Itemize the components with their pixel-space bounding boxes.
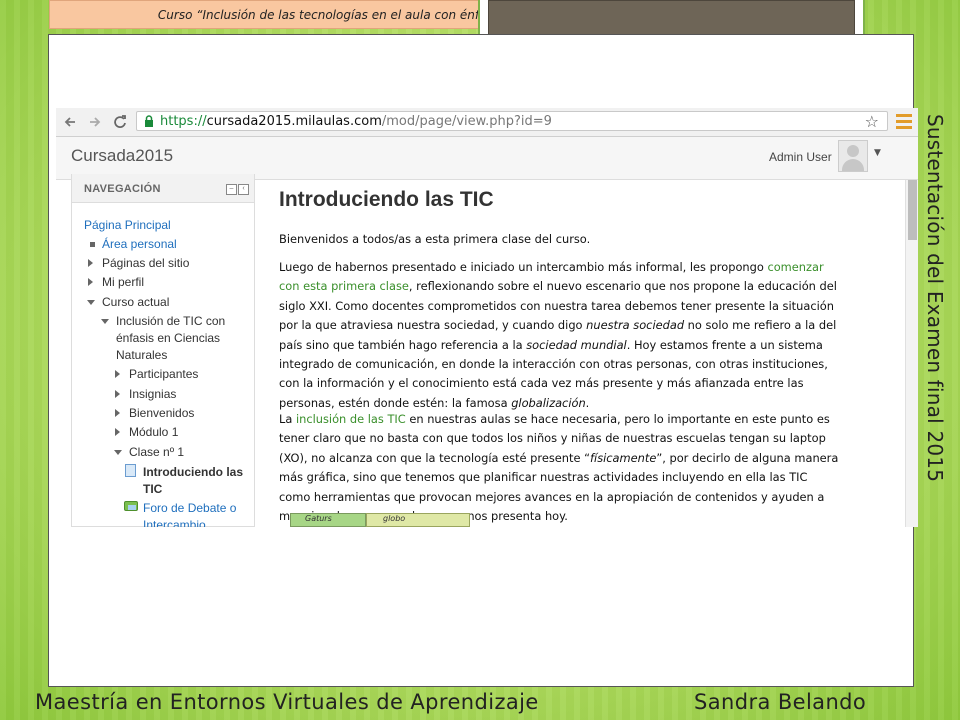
expand-arrow-icon	[115, 428, 120, 436]
navigation-header: NAVEGACIÓN – ‹	[72, 174, 254, 203]
nav-item-course-line1[interactable]: Inclusión de TIC con	[101, 313, 225, 330]
collapse-arrow-icon	[101, 319, 109, 324]
nav-item-course-line2[interactable]: énfasis en Ciencias	[116, 330, 220, 347]
paragraph-inclusion: La inclusión de las TIC en nuestras aula…	[279, 412, 839, 524]
footer-author: Sandra Belando	[694, 690, 867, 714]
url-path: /mod/page/view.php?id=9	[381, 113, 552, 129]
star-icon[interactable]: ☆	[865, 112, 879, 131]
main-content: Introduciendo las TIC Bienvenidos a todo…	[279, 180, 889, 527]
back-arrow-icon[interactable]	[59, 111, 81, 133]
address-bar[interactable]: https://cursada2015.milaulas.com/mod/pag…	[136, 111, 888, 131]
chevron-down-icon[interactable]: ▼	[874, 148, 881, 158]
forum-icon	[124, 501, 138, 511]
reload-icon[interactable]	[109, 111, 131, 133]
nav-item-insignias[interactable]: Insignias	[115, 386, 176, 403]
paragraph-welcome: Bienvenidos a todos/as a esta primera cl…	[279, 232, 591, 246]
link-inclusion-tic[interactable]: inclusión de las TIC	[296, 412, 406, 426]
nav-item-modulo-1[interactable]: Módulo 1	[115, 424, 178, 441]
nav-item-introduciendo-line1[interactable]: Introduciendo las	[125, 464, 243, 481]
forward-arrow-icon[interactable]	[84, 111, 106, 133]
hamburger-menu-icon[interactable]	[896, 111, 912, 131]
page-icon	[125, 464, 136, 477]
nav-item-participantes[interactable]: Participantes	[115, 366, 198, 383]
navigation-title: NAVEGACIÓN	[84, 183, 161, 195]
lock-icon	[145, 115, 153, 127]
nav-item-paginas-del-sitio[interactable]: Páginas del sitio	[88, 255, 189, 272]
user-name[interactable]: Admin User	[769, 150, 832, 164]
nav-item-pagina-principal[interactable]: Página Principal	[84, 217, 171, 234]
nav-item-foro-line2[interactable]: Intercambio	[143, 517, 206, 527]
nav-item-clase-1[interactable]: Clase nº 1	[114, 444, 184, 461]
expand-arrow-icon	[115, 390, 120, 398]
expand-arrow-icon	[115, 409, 120, 417]
nav-item-introduciendo-line2[interactable]: TIC	[143, 481, 162, 498]
nav-item-area-personal[interactable]: Área personal	[90, 236, 177, 253]
nav-item-foro-line1[interactable]: Foro de Debate o	[124, 500, 236, 517]
nav-item-course-line3[interactable]: Naturales	[116, 347, 167, 364]
paragraph-intro: Luego de habernos presentado e iniciado …	[279, 260, 837, 410]
collapse-arrow-icon	[114, 450, 122, 455]
expand-arrow-icon	[88, 259, 93, 267]
expand-arrow-icon	[88, 278, 93, 286]
page-title: Introduciendo las TIC	[279, 188, 494, 211]
bullet-icon	[90, 242, 95, 247]
navigation-block: NAVEGACIÓN – ‹ Página Principal Área per…	[71, 174, 255, 527]
collapse-arrow-icon	[87, 300, 95, 305]
url-host: cursada2015.milaulas.com	[206, 113, 382, 129]
illustration-image: Gaturs globo	[290, 513, 470, 527]
link-comenzar[interactable]: comenzar	[767, 260, 823, 274]
dock-icon[interactable]: ‹	[238, 184, 249, 195]
expand-arrow-icon	[115, 370, 120, 378]
vertical-slide-title: Sustentación del Examen final 2015	[923, 114, 947, 483]
nav-item-bienvenidos[interactable]: Bienvenidos	[115, 405, 194, 422]
browser-toolbar: https://cursada2015.milaulas.com/mod/pag…	[56, 108, 918, 137]
nav-item-curso-actual[interactable]: Curso actual	[87, 294, 169, 311]
illustration-label-b: globo	[366, 513, 470, 527]
nav-item-mi-perfil[interactable]: Mi perfil	[88, 274, 144, 291]
browser-window: https://cursada2015.milaulas.com/mod/pag…	[56, 108, 918, 527]
link-primera-clase[interactable]: con esta primera clase	[279, 279, 409, 293]
scrollbar-thumb[interactable]	[908, 180, 917, 240]
site-name[interactable]: Cursada2015	[71, 146, 173, 166]
url-scheme: https://	[160, 113, 207, 129]
collapse-icon[interactable]: –	[226, 184, 237, 195]
footer-program: Maestría en Entornos Virtuales de Aprend…	[35, 690, 539, 714]
avatar[interactable]	[838, 140, 868, 172]
illustration-label-a: Gaturs	[290, 513, 366, 527]
